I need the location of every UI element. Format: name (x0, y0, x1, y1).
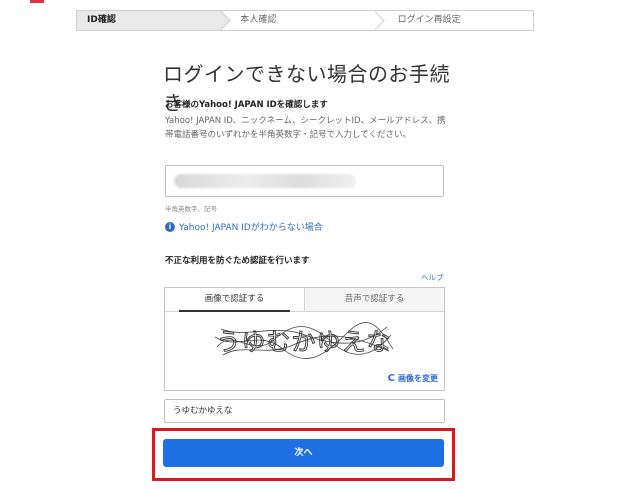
id-section-heading: お客様のYahoo! JAPAN IDを確認します (165, 100, 328, 110)
captcha-image: うゆむかゆえな (214, 322, 394, 359)
redacted-value (174, 174, 356, 188)
forgot-id-link[interactable]: i Yahoo! JAPAN IDがわからない場合 (165, 220, 323, 233)
progress-steps: ID確認 本人確認 ログイン再設定 (76, 10, 534, 31)
brand-mark (30, 0, 44, 3)
next-button[interactable]: 次へ (163, 439, 444, 467)
tab-image-auth[interactable]: 画像で認証する (165, 288, 304, 312)
captcha-panel: 画像で認証する 音声で認証する うゆむかゆえな C 画像を変更 (164, 287, 445, 391)
captcha-answer-input[interactable]: うゆむかゆえな (164, 399, 445, 423)
id-section-description: Yahoo! JAPAN ID、ニックネーム、シークレットID、メールアドレス、… (165, 116, 446, 140)
refresh-captcha-label: 画像を変更 (398, 374, 438, 383)
forgot-id-link-label: Yahoo! JAPAN IDがわからない場合 (179, 223, 323, 233)
info-icon: i (165, 221, 175, 232)
captcha-tabs: 画像で認証する 音声で認証する (165, 288, 444, 312)
id-input-hint: 半角英数字、記号 (165, 205, 217, 213)
tab-audio-auth[interactable]: 音声で認証する (304, 288, 444, 311)
step-id-confirm: ID確認 (77, 11, 232, 30)
step-login-reset: ログイン再設定 (376, 11, 533, 30)
refresh-icon: C (387, 373, 395, 384)
step-label: ID確認 (87, 15, 116, 25)
step-label: 本人確認 (240, 15, 277, 25)
refresh-captcha-button[interactable]: C 画像を変更 (388, 373, 438, 384)
help-link[interactable]: ヘルプ (421, 272, 444, 283)
step-label: ログイン再設定 (397, 15, 461, 25)
captcha-text: うゆむかゆえな (217, 328, 392, 356)
id-input[interactable] (165, 165, 444, 197)
verify-section-heading: 不正な利用を防ぐため認証を行います (165, 256, 310, 266)
step-identity-confirm: 本人確認 (222, 11, 385, 30)
